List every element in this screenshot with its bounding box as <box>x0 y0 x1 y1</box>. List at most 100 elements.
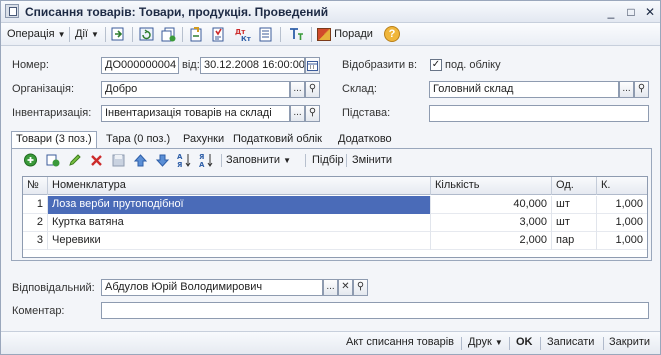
minimize-button[interactable]: _ <box>603 5 619 19</box>
row-nomenclature[interactable]: Куртка ватяна <box>48 214 431 232</box>
table-row[interactable]: 3 Черевики 2,000 пар 1,000 <box>23 232 647 250</box>
write-off-act-button[interactable]: Акт списання товарів <box>346 336 454 348</box>
tab-tax-accounting[interactable]: Податковий облік <box>229 132 326 148</box>
tab-containers[interactable]: Тара (0 поз.) <box>102 132 174 148</box>
column-header-number[interactable]: № <box>23 177 48 195</box>
footer-divider <box>603 337 604 350</box>
maximize-button[interactable]: □ <box>623 5 639 19</box>
row-unit[interactable]: шт <box>552 196 597 214</box>
inventory-field[interactable]: Інвентаризація товарів на складі <box>101 105 290 122</box>
advice-book-icon <box>317 27 331 41</box>
ok-button[interactable]: OK <box>516 336 533 348</box>
document-journal-icon[interactable] <box>257 26 274 43</box>
responsible-label: Відповідальний: <box>12 282 95 294</box>
document-structure-icon[interactable] <box>210 26 227 43</box>
tab-accounts[interactable]: Рахунки <box>179 132 228 148</box>
organization-field[interactable]: Добро <box>101 81 290 98</box>
move-up-icon[interactable] <box>133 152 148 168</box>
print-menu[interactable]: Друк ▼ <box>468 336 503 348</box>
responsible-field[interactable]: Абдулов Юрій Володимирович <box>101 279 323 296</box>
move-down-icon[interactable] <box>155 152 170 168</box>
sort-descending-icon[interactable]: Я А <box>199 152 214 168</box>
tax-accounting-checkbox[interactable]: ✓ <box>430 59 442 71</box>
calendar-button[interactable] <box>305 57 320 74</box>
tax-accounting-label: под. обліку <box>445 59 501 71</box>
tab-additional[interactable]: Додатково <box>334 132 396 148</box>
basis-field[interactable] <box>429 105 649 122</box>
organization-search-button[interactable]: ⚲ <box>305 81 320 98</box>
add-row-icon[interactable] <box>23 152 38 168</box>
close-window-button[interactable]: ✕ <box>642 5 658 19</box>
row-nomenclature[interactable]: Черевики <box>48 232 431 250</box>
inventory-search-button[interactable]: ⚲ <box>305 105 320 122</box>
table-row[interactable]: 2 Куртка ватяна 3,000 шт 1,000 <box>23 214 647 232</box>
copy-document-icon[interactable] <box>160 26 177 43</box>
inventory-select-button[interactable]: ... <box>290 105 305 122</box>
chevron-down-icon: ▼ <box>283 156 292 165</box>
column-header-unit[interactable]: Од. <box>552 177 597 195</box>
change-button[interactable]: Змінити <box>352 154 392 166</box>
operation-menu[interactable]: Операція ▼ <box>7 26 66 43</box>
search-icon: ⚲ <box>308 107 317 118</box>
date-label: від: <box>182 59 200 71</box>
search-icon: ⚲ <box>637 83 646 94</box>
actions-menu[interactable]: Дії ▼ <box>75 26 99 43</box>
save-button[interactable]: Записати <box>547 336 594 348</box>
reflect-in-label: Відобразити в: <box>342 59 418 71</box>
row-nomenclature[interactable]: Лоза верби прутоподібної <box>48 196 431 214</box>
number-field[interactable]: ДО000000004 <box>101 57 179 74</box>
table-toolbar-divider <box>221 154 222 167</box>
column-header-coefficient[interactable]: К. <box>597 177 647 195</box>
warehouse-search-button[interactable]: ⚲ <box>634 81 649 98</box>
tax-filter-icon[interactable] <box>288 26 305 43</box>
search-icon: ⚲ <box>308 83 317 94</box>
row-quantity[interactable]: 40,000 <box>431 196 552 214</box>
edit-row-icon[interactable] <box>67 152 82 168</box>
fill-menu-label: Заповнити <box>226 154 281 166</box>
responsible-clear-button[interactable]: ✕ <box>338 279 353 296</box>
refresh-icon[interactable] <box>138 26 155 43</box>
warehouse-select-button[interactable]: ... <box>619 81 634 98</box>
ledger-entries-icon[interactable]: Дт Кт <box>234 26 251 43</box>
row-quantity[interactable]: 2,000 <box>431 232 552 250</box>
table-header: № Номенклатура Кількість Од. К. <box>23 177 647 195</box>
warehouse-label: Склад: <box>342 83 377 95</box>
fill-menu[interactable]: Заповнити ▼ <box>226 154 291 166</box>
svg-text:Я: Я <box>199 153 204 161</box>
advice-label: Поради <box>334 28 373 40</box>
row-unit[interactable]: пар <box>552 232 597 250</box>
inventory-label: Інвентаризація: <box>12 107 92 119</box>
help-icon[interactable]: ? <box>384 26 400 42</box>
svg-text:А: А <box>199 161 205 168</box>
basis-label: Підстава: <box>342 107 391 119</box>
row-number: 1 <box>23 196 48 214</box>
clear-icon: ✕ <box>341 281 350 292</box>
row-quantity[interactable]: 3,000 <box>431 214 552 232</box>
organization-label: Організація: <box>12 83 74 95</box>
column-header-nomenclature[interactable]: Номенклатура <box>48 177 431 195</box>
table-row[interactable]: 1 Лоза верби прутоподібної 40,000 шт 1,0… <box>23 196 647 214</box>
tab-goods[interactable]: Товари (3 поз.) <box>11 131 97 149</box>
date-field[interactable]: 30.12.2008 16:00:00 <box>200 57 305 74</box>
copy-row-icon[interactable] <box>45 152 60 168</box>
end-edit-icon[interactable] <box>111 152 126 168</box>
close-button[interactable]: Закрити <box>609 336 650 348</box>
create-based-on-icon[interactable] <box>188 26 205 43</box>
main-toolbar: Операція ▼ Дії ▼ Дт Кт Поради ? <box>1 23 660 46</box>
row-coefficient: 1,000 <box>615 198 643 210</box>
sort-ascending-icon[interactable]: А Я <box>177 152 192 168</box>
responsible-search-button[interactable]: ⚲ <box>353 279 368 296</box>
warehouse-field[interactable]: Головний склад <box>429 81 619 98</box>
organization-select-button[interactable]: ... <box>290 81 305 98</box>
title-bar: Списання товарів: Товари, продукція. Про… <box>1 1 660 23</box>
comment-label: Коментар: <box>12 305 65 317</box>
post-and-close-icon[interactable] <box>110 26 127 43</box>
delete-row-icon[interactable] <box>89 152 104 168</box>
select-button[interactable]: Підбір <box>312 154 344 166</box>
row-number: 3 <box>23 232 48 250</box>
comment-field[interactable] <box>101 302 649 319</box>
column-header-quantity[interactable]: Кількість <box>431 177 552 195</box>
responsible-select-button[interactable]: ... <box>323 279 338 296</box>
row-unit[interactable]: шт <box>552 214 597 232</box>
advice-button[interactable]: Поради <box>317 26 373 43</box>
